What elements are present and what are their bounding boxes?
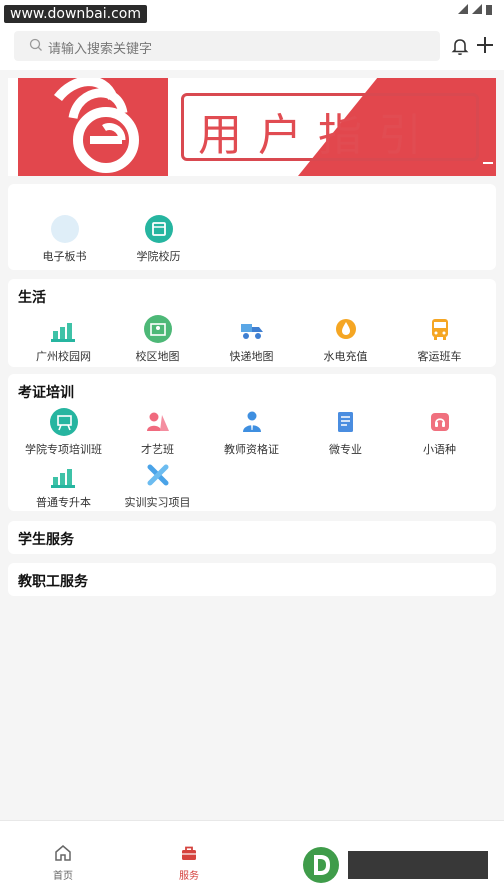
quick-link-calendar[interactable]: 学院校历	[110, 214, 207, 264]
school-logo-icon	[54, 78, 139, 173]
life-item-label: 水电充值	[323, 350, 368, 363]
quick-link-label: 学院校历	[136, 250, 181, 263]
bus-icon	[431, 319, 448, 340]
exam-item-label: 普通专升本	[36, 496, 91, 509]
student-services-card[interactable]: 学生服务	[8, 521, 496, 554]
banner-title: 用户指引	[198, 110, 438, 161]
exam-item-label: 才艺班	[141, 443, 174, 456]
add-icon[interactable]	[475, 35, 495, 55]
ebook-icon	[50, 215, 79, 243]
practice-icon	[147, 464, 168, 486]
bell-icon[interactable]	[450, 36, 470, 56]
exam-item-practice[interactable]: 实训实习项目	[109, 460, 206, 510]
service-icon	[182, 846, 196, 860]
watermark: www.downbai.com	[4, 5, 147, 23]
nav-service-label: 服务	[179, 871, 199, 882]
staff-services-card[interactable]: 教职工服务	[8, 563, 496, 596]
nav-service[interactable]: 服务	[159, 843, 219, 882]
exam-item-arts[interactable]: 才艺班	[109, 407, 206, 457]
status-icons	[456, 2, 496, 19]
upgrade-icon	[50, 469, 75, 488]
exam-item-micro-major[interactable]: 微专业	[297, 407, 394, 457]
language-icon	[430, 413, 449, 431]
life-item-label: 客运班车	[417, 350, 462, 363]
banner[interactable]: 用户指引	[8, 78, 496, 176]
life-item-map[interactable]: 校区地图	[109, 314, 206, 364]
status-bar: www.downbai.com	[0, 0, 504, 28]
teacher-cert-icon	[242, 411, 261, 432]
exam-item-upgrade[interactable]: 普通专升本	[15, 460, 112, 510]
life-item-recharge[interactable]: 水电充值	[297, 314, 394, 364]
quick-link-ebook[interactable]: 电子板书	[16, 214, 113, 264]
exam-item-label: 小语种	[423, 443, 456, 456]
section-title: 考证培训	[18, 385, 74, 401]
nav-home[interactable]: 首页	[33, 843, 93, 882]
utility-recharge-icon	[335, 319, 356, 339]
life-item-bus[interactable]: 客运班车	[391, 314, 488, 364]
exam-item-label: 学院专项培训班	[25, 443, 102, 456]
search-input[interactable]: 请输入搜索关键字	[14, 31, 440, 61]
exam-item-teacher-cert[interactable]: 教师资格证	[203, 407, 300, 457]
life-card: 生活 广州校园网 校区地图 快递地图 水电充值 客运班车	[8, 279, 496, 367]
map-icon	[143, 315, 172, 343]
home-icon	[55, 845, 71, 861]
section-title: 教职工服务	[18, 574, 88, 590]
quick-link-label: 电子板书	[42, 250, 87, 263]
exam-item-label: 微专业	[329, 443, 362, 456]
calendar-icon	[144, 215, 173, 243]
life-item-campus-net[interactable]: 广州校园网	[15, 314, 112, 364]
exam-item-training[interactable]: 学院专项培训班	[15, 407, 112, 457]
exam-item-label: 教师资格证	[224, 443, 279, 456]
exam-card: 考证培训 学院专项培训班 才艺班 教师资格证 微专业 小语种 普通专升本 实训实…	[8, 374, 496, 511]
search-placeholder: 请输入搜索关键字	[48, 42, 153, 57]
section-title: 学生服务	[18, 532, 74, 548]
life-item-delivery[interactable]: 快递地图	[203, 314, 300, 364]
signal-battery-icon	[458, 4, 492, 15]
banner-logo	[18, 78, 168, 176]
exam-item-language[interactable]: 小语种	[391, 407, 488, 457]
delivery-icon	[240, 324, 263, 339]
top-bar: 请输入搜索关键字	[0, 28, 504, 70]
life-item-label: 广州校园网	[36, 350, 91, 363]
quick-links-card: 电子板书 学院校历	[8, 184, 496, 270]
life-item-label: 快递地图	[229, 350, 274, 363]
training-icon	[49, 408, 78, 436]
arts-icon	[146, 412, 169, 431]
campus-net-icon	[50, 323, 75, 342]
section-title: 生活	[18, 290, 46, 306]
watermark-logo	[303, 847, 488, 883]
banner-indicator	[483, 162, 493, 164]
nav-home-label: 首页	[53, 871, 73, 882]
micro-major-icon	[337, 412, 353, 432]
search-icon	[29, 38, 42, 51]
life-item-label: 校区地图	[135, 350, 180, 363]
exam-item-label: 实训实习项目	[124, 496, 191, 509]
